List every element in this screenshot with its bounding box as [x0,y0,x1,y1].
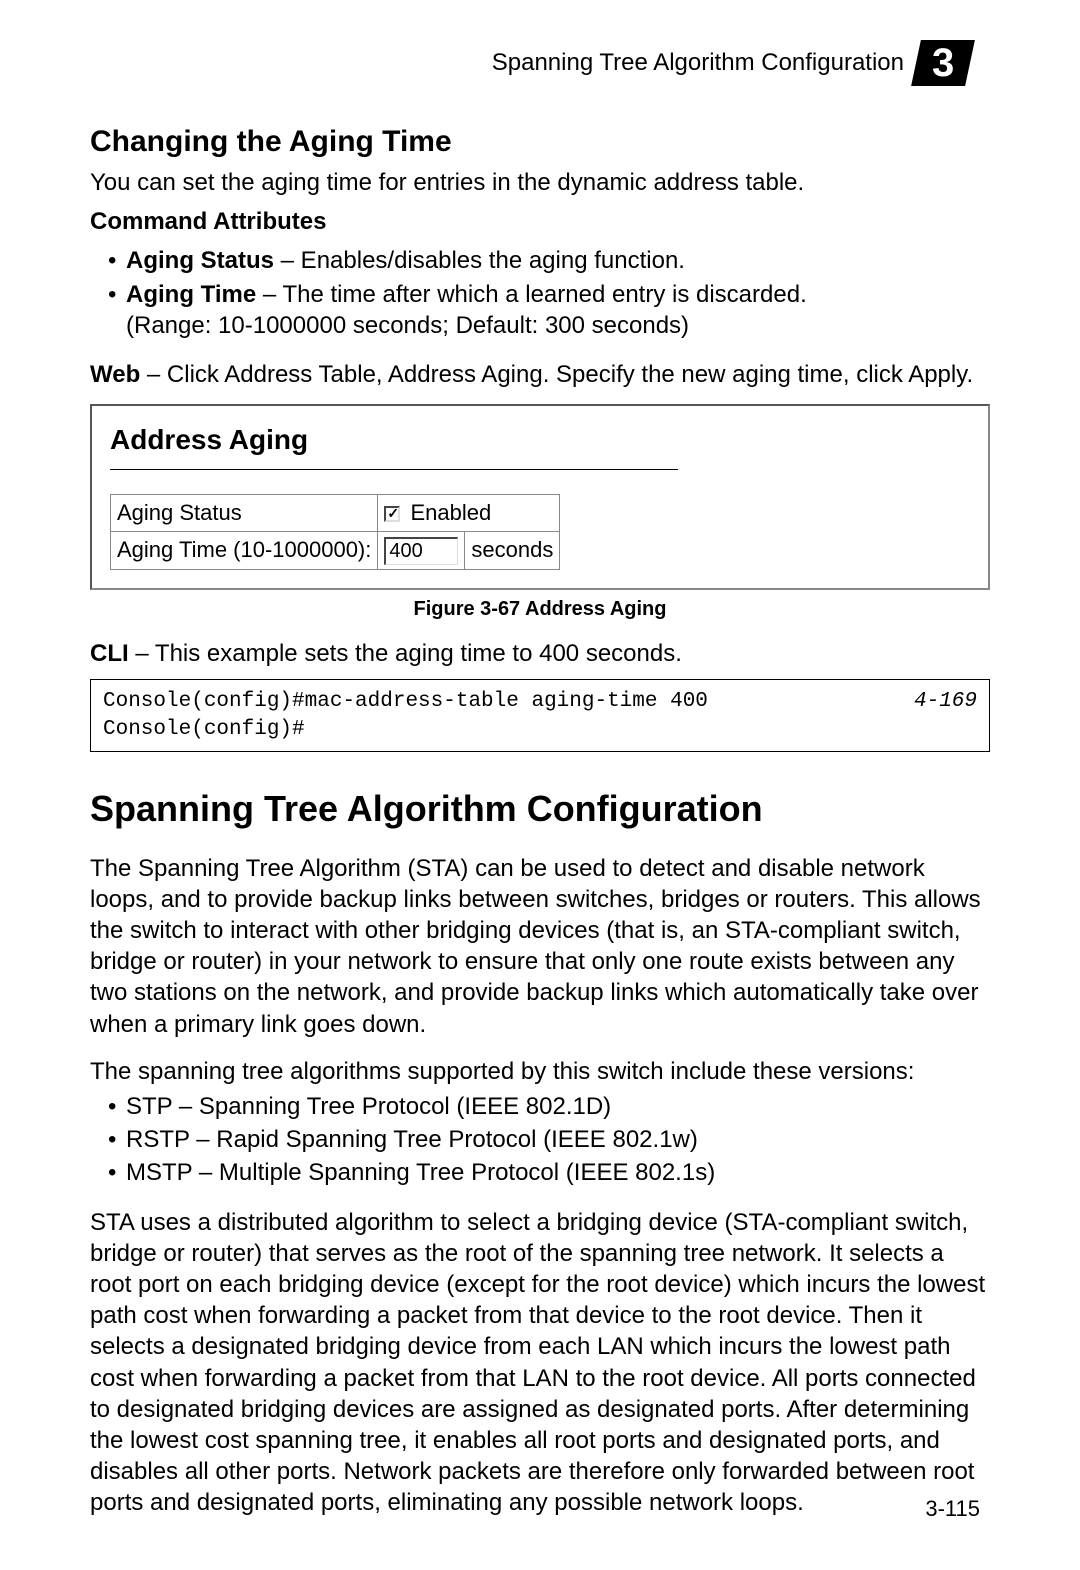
console-text: Console(config)#mac-address-table aging-… [103,688,708,743]
web-text: – Click Address Table, Address Aging. Sp… [140,361,973,388]
attr-name: Aging Time [126,281,256,308]
sta-paragraph-1: The Spanning Tree Algorithm (STA) can be… [90,853,990,1040]
aging-status-label: Aging Status [111,494,378,532]
page-reference: 4-169 [914,688,977,715]
aging-time-input[interactable] [384,537,458,565]
chapter-badge: 3 [911,40,975,86]
attr-name: Aging Status [126,247,274,274]
address-aging-panel: Address Aging Aging Status Enabled Aging… [90,404,990,590]
enabled-label: Enabled [404,500,491,525]
figure-caption: Figure 3-67 Address Aging [90,596,990,622]
cli-instruction: CLI – This example sets the aging time t… [90,638,990,669]
attr-desc: – The time after which a learned entry i… [256,281,807,308]
aging-status-cell: Enabled [378,494,560,532]
page-number: 3-115 [925,1495,980,1524]
command-attributes-title: Command Attributes [90,206,990,237]
command-attributes-list: Aging Status – Enables/disables the agin… [90,245,990,341]
cli-text: – This example sets the aging time to 40… [129,640,682,667]
list-item: MSTP – Multiple Spanning Tree Protocol (… [108,1157,990,1188]
table-row: Aging Status Enabled [111,494,560,532]
sta-paragraph-3: STA uses a distributed algorithm to sele… [90,1207,990,1519]
aging-time-label: Aging Time (10-1000000): [111,532,378,570]
panel-title: Address Aging [110,422,678,469]
chapter-number: 3 [932,37,954,89]
list-item: RSTP – Rapid Spanning Tree Protocol (IEE… [108,1124,990,1155]
list-item: Aging Status – Enables/disables the agin… [108,245,990,276]
web-label: Web [90,361,140,388]
header-title: Spanning Tree Algorithm Configuration [492,47,904,78]
list-item: STP – Spanning Tree Protocol (IEEE 802.1… [108,1091,990,1122]
section-heading-aging: Changing the Aging Time [90,122,990,161]
list-item: Aging Time – The time after which a lear… [108,279,990,341]
sta-paragraph-2: The spanning tree algorithms supported b… [90,1056,990,1087]
attr-desc: – Enables/disables the aging function. [274,247,685,274]
section-heading-sta: Spanning Tree Algorithm Configuration [90,786,990,833]
aging-time-input-cell [378,532,465,570]
cli-label: CLI [90,640,129,667]
page-header: Spanning Tree Algorithm Configuration 3 [90,40,990,86]
console-output: Console(config)#mac-address-table aging-… [90,679,990,752]
table-row: Aging Time (10-1000000): seconds [111,532,560,570]
enabled-checkbox[interactable] [384,506,400,522]
aging-form-table: Aging Status Enabled Aging Time (10-1000… [110,494,560,571]
section-intro: You can set the aging time for entries i… [90,167,990,198]
sta-versions-list: STP – Spanning Tree Protocol (IEEE 802.1… [90,1091,990,1189]
web-instruction: Web – Click Address Table, Address Aging… [90,359,990,390]
attr-range: (Range: 10-1000000 seconds; Default: 300… [126,312,689,339]
aging-time-unit: seconds [465,532,560,570]
